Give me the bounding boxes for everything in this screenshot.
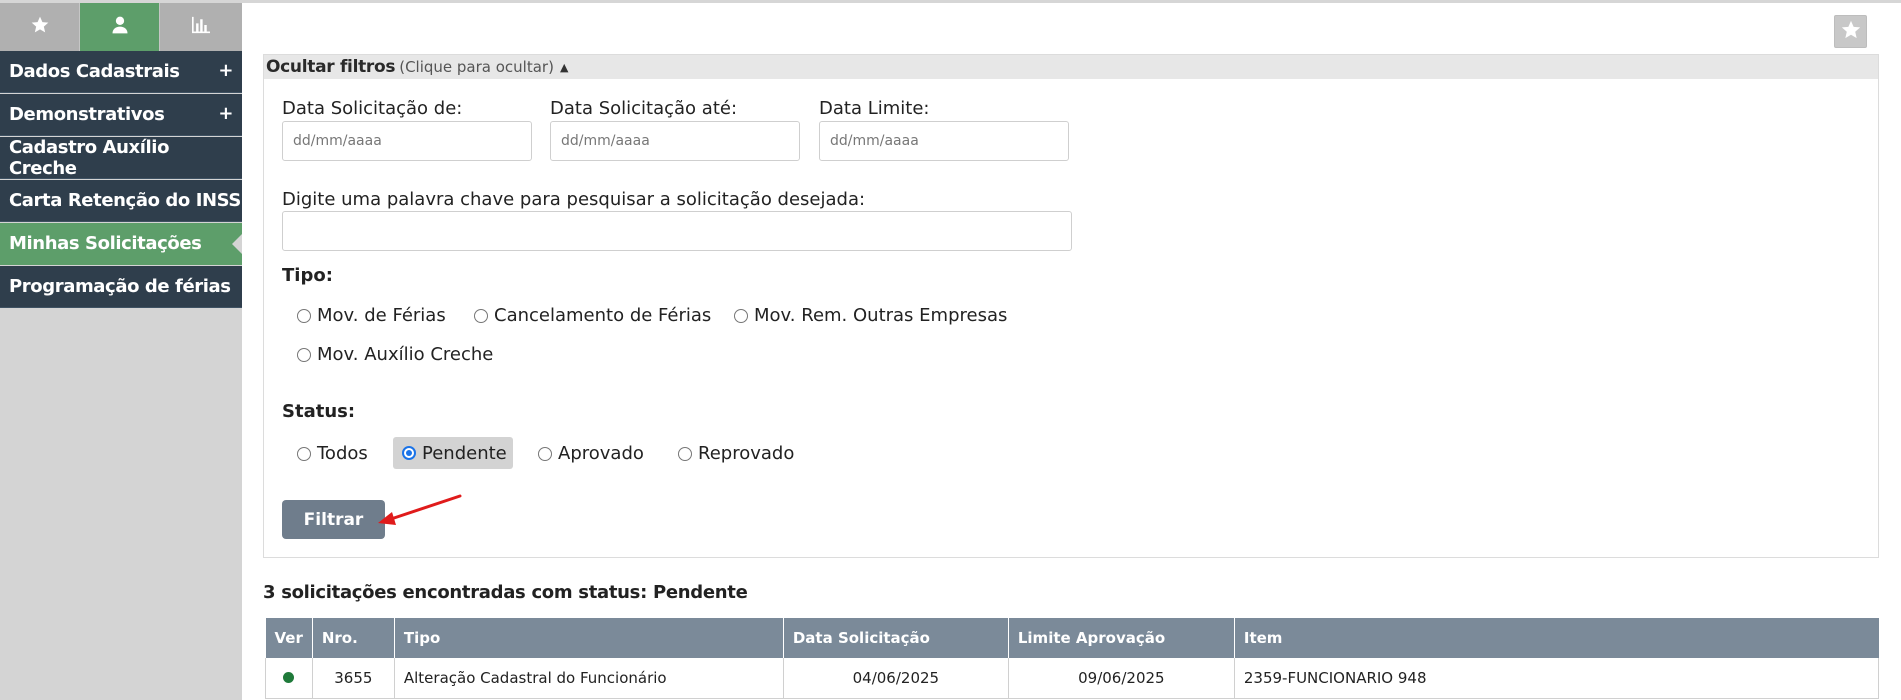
user-icon <box>110 15 130 39</box>
expand-icon[interactable]: + <box>218 60 233 81</box>
column-header-item: Item <box>1234 618 1879 658</box>
data-solicitacao-cell: 04/06/2025 <box>783 658 1009 699</box>
date-limit-label: Data Limite: <box>819 98 930 119</box>
sidebar-menu: Dados Cadastrais + Demonstrativos + Cada… <box>0 51 242 308</box>
sidebar: Dados Cadastrais + Demonstrativos + Cada… <box>0 3 242 700</box>
radio-circle[interactable] <box>297 308 311 323</box>
sidebar-item-label: Cadastro Auxílio Creche <box>9 136 170 179</box>
tab-reports[interactable] <box>160 3 242 51</box>
tipo-radio-mov-ferias[interactable]: Mov. de Férias <box>297 305 446 326</box>
nro-cell: 3655 <box>312 658 395 699</box>
radio-circle[interactable] <box>474 308 488 323</box>
radio-circle[interactable] <box>297 347 311 362</box>
sidebar-item-programacao-ferias[interactable]: Programação de férias <box>0 266 242 308</box>
radio-label: Reprovado <box>698 443 795 464</box>
status-radio-todos[interactable]: Todos <box>297 443 368 464</box>
status-radio-reprovado[interactable]: Reprovado <box>678 443 794 464</box>
results-count-title: 3 solicitações encontradas com status: P… <box>263 582 748 603</box>
radio-circle[interactable] <box>538 446 552 461</box>
radio-label: Todos <box>317 443 368 464</box>
date-from-input[interactable] <box>282 121 532 161</box>
sidebar-item-label: Demonstrativos <box>9 104 165 125</box>
radio-circle[interactable] <box>402 446 416 460</box>
tipo-radio-mov-rem-outras-empresas[interactable]: Mov. Rem. Outras Empresas <box>734 305 1007 326</box>
radio-label: Aprovado <box>558 443 644 464</box>
top-border <box>0 0 1901 3</box>
annotation-arrow-icon <box>378 494 462 525</box>
radio-label: Mov. Rem. Outras Empresas <box>754 305 1008 326</box>
radio-label: Cancelamento de Férias <box>494 305 712 326</box>
radio-circle[interactable] <box>734 308 748 323</box>
radio-circle[interactable] <box>297 446 311 461</box>
column-header-ver: Ver <box>265 618 313 658</box>
limite-aprovacao-cell: 09/06/2025 <box>1008 658 1235 699</box>
tipo-label: Tipo: <box>282 265 333 286</box>
results-table: Ver Nro. Tipo Data Solicitação Limite Ap… <box>265 618 1880 699</box>
status-label: Status: <box>282 401 356 422</box>
radio-label: Mov. Auxílio Creche <box>317 344 494 365</box>
date-to-label: Data Solicitação até: <box>550 98 738 119</box>
date-from-label: Data Solicitação de: <box>282 98 463 119</box>
sidebar-item-label: Dados Cadastrais <box>9 61 180 82</box>
status-dot-icon[interactable] <box>283 671 295 683</box>
sidebar-item-cadastro-auxilio-creche[interactable]: Cadastro Auxílio Creche <box>0 137 242 179</box>
sidebar-item-demonstrativos[interactable]: Demonstrativos + <box>0 94 242 136</box>
expand-icon[interactable]: + <box>218 103 233 124</box>
column-header-nro: Nro. <box>312 618 395 658</box>
item-cell: 2359-FUNCIONARIO 948 <box>1234 658 1880 699</box>
favorite-button[interactable] <box>1834 15 1867 48</box>
caret-up-icon: ▲ <box>559 60 569 74</box>
keyword-search-input[interactable] <box>282 211 1072 251</box>
keyword-label: Digite uma palavra chave para pesquisar … <box>282 189 866 210</box>
tipo-cell: Alteração Cadastral do Funcionário <box>394 658 784 699</box>
sidebar-item-minhas-solicitacoes[interactable]: Minhas Solicitações <box>0 223 242 265</box>
table-header-row: Ver Nro. Tipo Data Solicitação Limite Ap… <box>265 618 1879 658</box>
date-to-input[interactable] <box>550 121 800 161</box>
sidebar-item-dados-cadastrais[interactable]: Dados Cadastrais + <box>0 51 242 93</box>
column-header-tipo: Tipo <box>394 618 784 658</box>
tipo-radio-cancelamento-ferias[interactable]: Cancelamento de Férias <box>474 305 711 326</box>
view-cell[interactable] <box>265 658 313 699</box>
sidebar-tabs <box>0 3 242 51</box>
status-radio-aprovado[interactable]: Aprovado <box>538 443 644 464</box>
filter-toggle-title: Ocultar filtros <box>266 57 396 77</box>
bar-chart-icon <box>191 16 211 38</box>
tab-favorites[interactable] <box>0 3 80 51</box>
column-header-limite-aprovacao: Limite Aprovação <box>1008 618 1235 658</box>
radio-label: Mov. de Férias <box>317 305 446 326</box>
column-header-data-solicitacao: Data Solicitação <box>783 618 1009 658</box>
star-icon <box>30 15 50 39</box>
filter-toggle-hint: (Clique para ocultar) <box>399 58 554 76</box>
status-radio-pendente[interactable]: Pendente <box>393 437 513 469</box>
radio-circle[interactable] <box>678 446 692 461</box>
sidebar-item-label: Carta Retenção do INSS <box>9 190 241 211</box>
sidebar-item-carta-retencao-inss[interactable]: Carta Retenção do INSS <box>0 180 242 222</box>
date-limit-input[interactable] <box>819 121 1069 161</box>
tab-profile[interactable] <box>80 3 160 51</box>
tipo-radio-mov-auxilio-creche[interactable]: Mov. Auxílio Creche <box>297 344 493 365</box>
star-icon <box>1840 19 1862 45</box>
sidebar-item-label: Programação de férias <box>9 276 231 297</box>
radio-label: Pendente <box>422 442 507 464</box>
sidebar-item-label: Minhas Solicitações <box>9 233 202 254</box>
filter-toggle-header[interactable]: Ocultar filtros (Clique para ocultar) ▲ <box>264 55 1878 79</box>
table-row[interactable]: 3655 Alteração Cadastral do Funcionário … <box>265 658 1880 699</box>
